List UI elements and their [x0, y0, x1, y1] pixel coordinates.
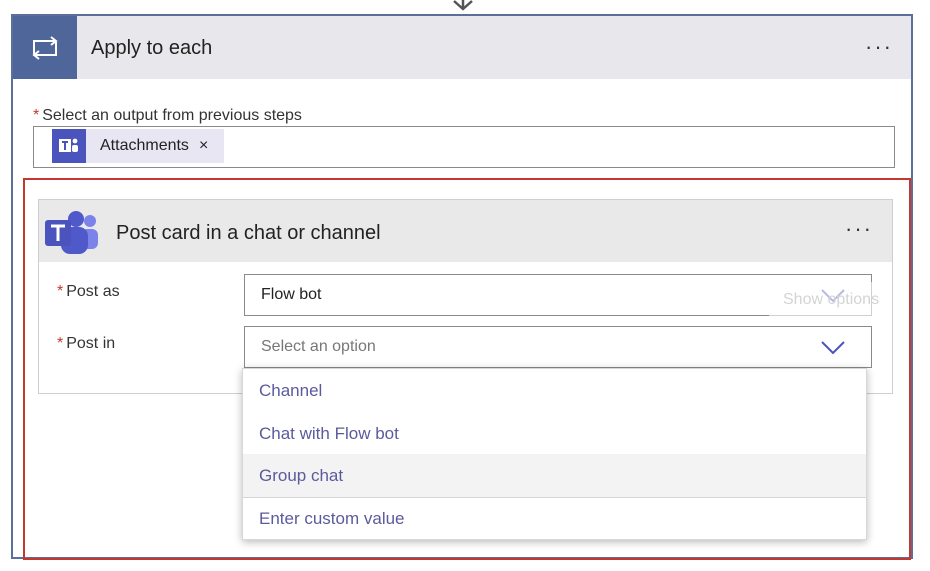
post-in-label-text: Post in — [66, 335, 116, 352]
option-label: Chat with Flow bot — [259, 424, 399, 443]
option-label: Group chat — [259, 466, 344, 485]
microsoft-teams-logo-icon — [45, 211, 98, 254]
post-as-label-text: Post as — [66, 283, 120, 300]
tooltip-text: Show options — [783, 291, 880, 308]
post-in-placeholder: Select an option — [261, 338, 376, 355]
post-as-value: Flow bot — [261, 286, 322, 303]
loop-icon — [13, 16, 77, 79]
required-mark: * — [33, 107, 40, 124]
apply-more-options-icon[interactable]: ··· — [865, 36, 893, 58]
connector-arrow-icon — [453, 0, 473, 11]
output-select-field[interactable]: Attachments × — [33, 126, 895, 168]
option-group-chat[interactable]: Group chat — [243, 454, 866, 497]
required-mark: * — [57, 283, 64, 300]
option-enter-custom-value[interactable]: Enter custom value — [243, 497, 866, 540]
remove-token-icon[interactable]: × — [199, 137, 208, 155]
attachments-token[interactable]: Attachments × — [52, 129, 224, 163]
chevron-down-icon[interactable] — [821, 341, 845, 355]
option-channel[interactable]: Channel — [243, 369, 866, 412]
post-card-action: Post card in a chat or channel ··· * Post… — [38, 199, 893, 394]
apply-to-each-header[interactable]: Apply to each ··· — [13, 16, 911, 79]
post-in-dropdown[interactable]: Select an option — [244, 326, 872, 368]
output-select-label-text: Select an output from previous steps — [42, 107, 302, 124]
option-chat-with-flow-bot[interactable]: Chat with Flow bot — [243, 412, 866, 455]
option-label: Channel — [259, 381, 323, 400]
apply-to-each-title: Apply to each — [91, 37, 213, 59]
post-in-label: * Post in — [57, 335, 115, 353]
post-card-title: Post card in a chat or channel — [116, 222, 381, 244]
required-mark: * — [57, 335, 64, 352]
output-select-label: * Select an output from previous steps — [33, 107, 302, 125]
post-in-options-menu: Channel Chat with Flow bot Group chat En… — [242, 368, 867, 540]
post-card-more-options-icon[interactable]: ··· — [845, 218, 873, 240]
post-as-label: * Post as — [57, 283, 120, 301]
teams-icon — [52, 129, 86, 163]
attachments-token-label: Attachments — [100, 137, 189, 154]
show-options-tooltip: Show options — [769, 282, 889, 320]
post-card-header[interactable]: Post card in a chat or channel ··· — [39, 200, 892, 262]
option-label: Enter custom value — [259, 509, 405, 528]
